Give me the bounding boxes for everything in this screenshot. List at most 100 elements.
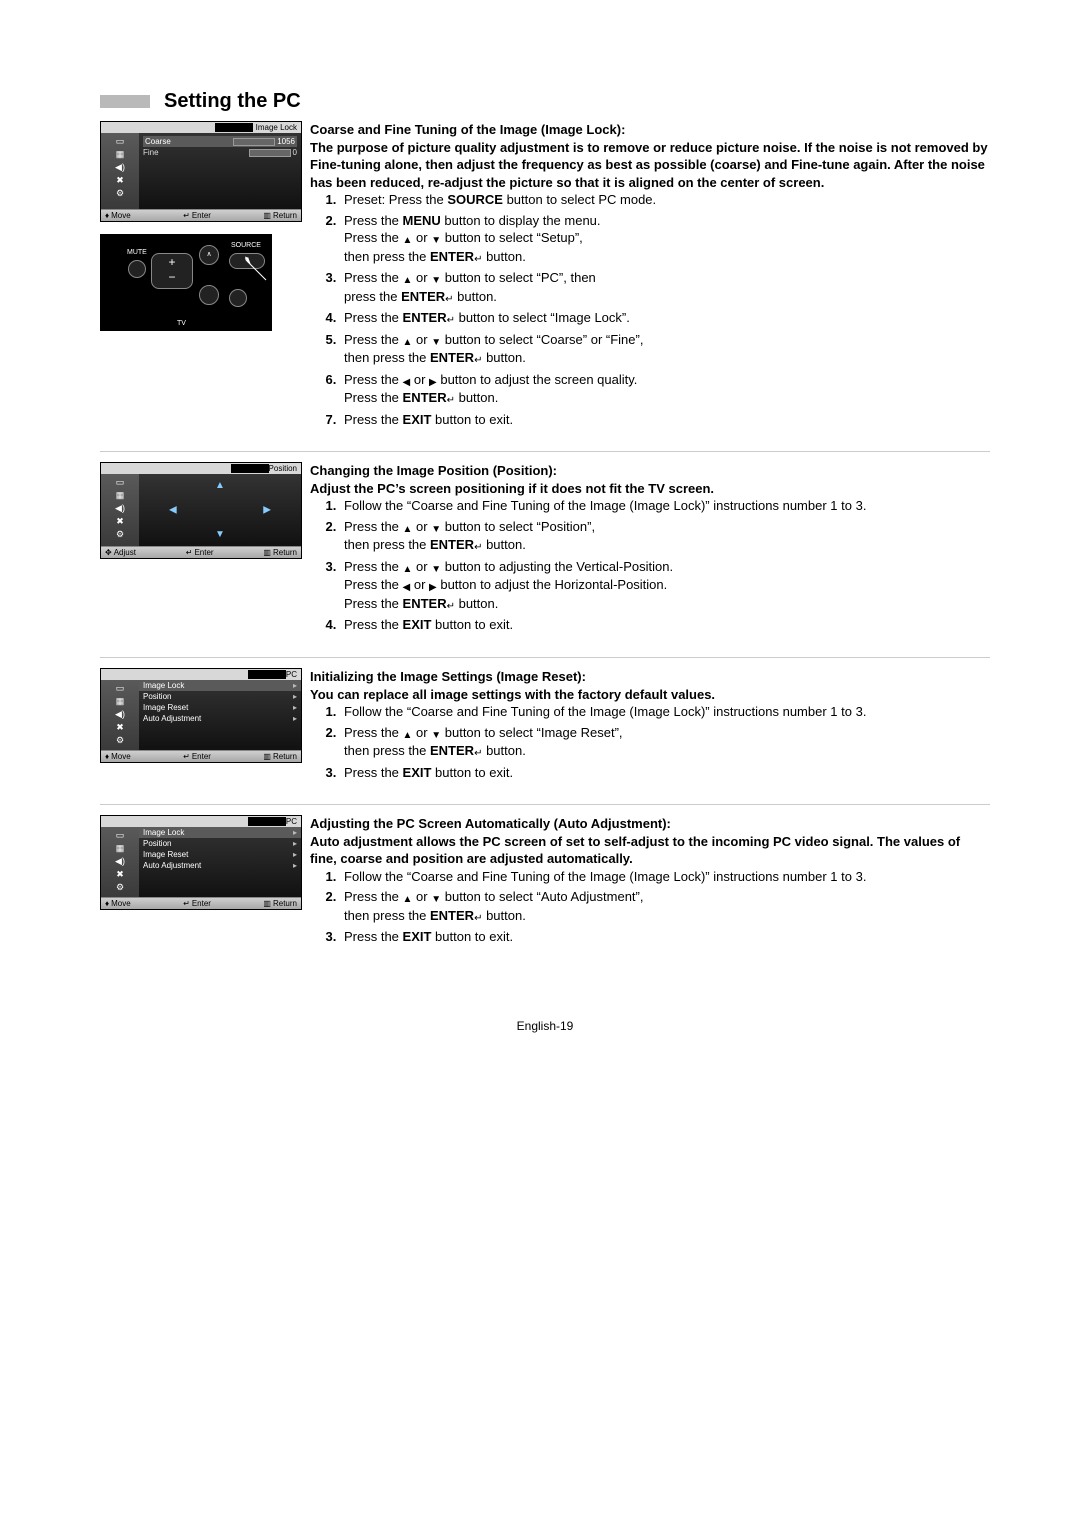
osd-row-fine[interactable]: Fine 0 bbox=[143, 147, 297, 158]
label: Coarse bbox=[145, 137, 171, 146]
value: 1056 bbox=[277, 137, 295, 146]
input-icon: ▦ bbox=[113, 149, 127, 159]
divider bbox=[100, 451, 990, 452]
osd-title-text: PC bbox=[286, 670, 297, 679]
picture-icon: ▭ bbox=[113, 830, 127, 840]
step-list: Follow the “Coarse and Fine Tuning of th… bbox=[310, 703, 990, 781]
step-1: Preset: Press the SOURCE button to selec… bbox=[340, 191, 990, 209]
tool-icon: ✖ bbox=[113, 175, 127, 185]
osd-row-coarse[interactable]: Coarse 1056 bbox=[143, 136, 297, 147]
picture-icon: ▭ bbox=[113, 477, 127, 487]
step-list: Follow the “Coarse and Fine Tuning of th… bbox=[310, 868, 990, 946]
arrow-left-icon: ◀ bbox=[169, 505, 177, 516]
step-3: Press the EXIT button to exit. bbox=[340, 764, 990, 782]
setup-icon: ⚙ bbox=[113, 882, 127, 892]
menu-item-image-reset[interactable]: Image Reset▸ bbox=[139, 702, 301, 713]
section-heading: Adjusting the PC Screen Automatically (A… bbox=[310, 815, 990, 833]
page: Setting the PC Image Lock ▭ ▦ ◀) ✖ ⚙ bbox=[0, 0, 1080, 1073]
osd-pc-menu-auto: PC ▭ ▦ ◀) ✖ ⚙ Image Lock▸ Position▸ Imag… bbox=[100, 815, 302, 910]
osd-side-icons: ▭ ▦ ◀) ✖ ⚙ bbox=[101, 133, 139, 209]
step-1: Follow the “Coarse and Fine Tuning of th… bbox=[340, 497, 990, 515]
page-footer: English-19 bbox=[100, 1019, 990, 1033]
sound-icon: ◀) bbox=[113, 503, 127, 513]
step-3: Press the ▲ or ▼ button to select “PC”, … bbox=[340, 269, 990, 306]
chevron-right-icon: ▸ bbox=[293, 828, 297, 837]
step-2: Press the MENU button to display the men… bbox=[340, 212, 990, 267]
menu-item-position[interactable]: Position▸ bbox=[139, 691, 301, 702]
chevron-right-icon: ▸ bbox=[293, 692, 297, 701]
chevron-right-icon: ▸ bbox=[293, 703, 297, 712]
chevron-right-icon: ▸ bbox=[293, 861, 297, 870]
tool-icon: ✖ bbox=[113, 869, 127, 879]
section-intro: Auto adjustment allows the PC screen of … bbox=[310, 833, 990, 868]
setup-icon: ⚙ bbox=[113, 188, 127, 198]
input-icon: ▦ bbox=[113, 696, 127, 706]
tool-icon: ✖ bbox=[113, 516, 127, 526]
remote-pointer-lines bbox=[101, 235, 271, 330]
section-image-reset: PC ▭ ▦ ◀) ✖ ⚙ Image Lock▸ Position▸ Imag… bbox=[100, 668, 990, 784]
step-3: Press the ▲ or ▼ button to adjusting the… bbox=[340, 558, 990, 614]
section-position: Position ▭ ▦ ◀) ✖ ⚙ ▲ ▼ ◀ ▶ bbox=[100, 462, 990, 637]
arrow-down-icon: ▼ bbox=[215, 529, 225, 540]
menu-item-image-lock[interactable]: Image Lock▸ bbox=[139, 827, 301, 838]
footer-return: ▥ Return bbox=[263, 211, 297, 220]
step-2: Press the ▲ or ▼ button to select “Image… bbox=[340, 724, 990, 761]
osd-title-text: Image Lock bbox=[256, 123, 297, 132]
step-5: Press the ▲ or ▼ button to select “Coars… bbox=[340, 331, 990, 368]
step-6: Press the ◀ or ▶ button to adjust the sc… bbox=[340, 371, 990, 408]
section-heading: Coarse and Fine Tuning of the Image (Ima… bbox=[310, 121, 990, 139]
left-column: Image Lock ▭ ▦ ◀) ✖ ⚙ Coarse 1056 bbox=[100, 121, 300, 431]
menu-item-position[interactable]: Position▸ bbox=[139, 838, 301, 849]
step-2: Press the ▲ or ▼ button to select “Auto … bbox=[340, 888, 990, 925]
section-intro: The purpose of picture quality adjustmen… bbox=[310, 139, 990, 192]
menu-item-auto-adjustment[interactable]: Auto Adjustment▸ bbox=[139, 713, 301, 724]
sound-icon: ◀) bbox=[113, 709, 127, 719]
osd-footer: ♦ Move ↵ Enter ▥ Return bbox=[101, 209, 301, 221]
section-auto-adjustment: PC ▭ ▦ ◀) ✖ ⚙ Image Lock▸ Position▸ Imag… bbox=[100, 815, 990, 949]
menu-item-auto-adjustment[interactable]: Auto Adjustment▸ bbox=[139, 860, 301, 871]
page-title: Setting the PC bbox=[164, 90, 301, 113]
step-list: Preset: Press the SOURCE button to selec… bbox=[310, 191, 990, 428]
osd-title-text: PC bbox=[286, 817, 297, 826]
osd-title-text: Position bbox=[269, 464, 297, 473]
sound-icon: ◀) bbox=[113, 162, 127, 172]
remote-diagram: + − ∧ MUTE ▸ SOURCE TV bbox=[100, 234, 272, 331]
menu-item-image-lock[interactable]: Image Lock▸ bbox=[139, 680, 301, 691]
input-icon: ▦ bbox=[113, 490, 127, 500]
picture-icon: ▭ bbox=[113, 683, 127, 693]
setup-icon: ⚙ bbox=[113, 735, 127, 745]
section-intro: Adjust the PC’s screen positioning if it… bbox=[310, 480, 990, 498]
step-4: Press the ENTER↵ button to select “Image… bbox=[340, 309, 990, 328]
position-arrow-pad[interactable]: ▲ ▼ ◀ ▶ bbox=[139, 474, 301, 546]
footer-move: ♦ Move bbox=[105, 211, 131, 220]
osd-position: Position ▭ ▦ ◀) ✖ ⚙ ▲ ▼ ◀ ▶ bbox=[100, 462, 302, 559]
sound-icon: ◀) bbox=[113, 856, 127, 866]
label: Fine bbox=[143, 148, 159, 157]
value: 0 bbox=[293, 148, 297, 157]
title-accent-bar bbox=[100, 95, 150, 108]
menu-item-image-reset[interactable]: Image Reset▸ bbox=[139, 849, 301, 860]
input-icon: ▦ bbox=[113, 843, 127, 853]
arrow-right-icon: ▶ bbox=[263, 505, 271, 516]
right-column: Coarse and Fine Tuning of the Image (Ima… bbox=[310, 121, 990, 431]
osd-pc-menu-reset: PC ▭ ▦ ◀) ✖ ⚙ Image Lock▸ Position▸ Imag… bbox=[100, 668, 302, 763]
section-image-lock: Image Lock ▭ ▦ ◀) ✖ ⚙ Coarse 1056 bbox=[100, 121, 990, 431]
step-4: Press the EXIT button to exit. bbox=[340, 616, 990, 634]
footer-enter: ↵ Enter bbox=[183, 211, 211, 220]
chevron-right-icon: ▸ bbox=[293, 839, 297, 848]
osd-image-lock: Image Lock ▭ ▦ ◀) ✖ ⚙ Coarse 1056 bbox=[100, 121, 302, 222]
step-3: Press the EXIT button to exit. bbox=[340, 928, 990, 946]
tool-icon: ✖ bbox=[113, 722, 127, 732]
step-7: Press the EXIT button to exit. bbox=[340, 411, 990, 429]
section-intro: You can replace all image settings with … bbox=[310, 686, 990, 704]
divider bbox=[100, 804, 990, 805]
picture-icon: ▭ bbox=[113, 136, 127, 146]
chevron-right-icon: ▸ bbox=[293, 714, 297, 723]
step-2: Press the ▲ or ▼ button to select “Posit… bbox=[340, 518, 990, 555]
setup-icon: ⚙ bbox=[113, 529, 127, 539]
step-list: Follow the “Coarse and Fine Tuning of th… bbox=[310, 497, 990, 634]
chevron-right-icon: ▸ bbox=[293, 681, 297, 690]
chevron-right-icon: ▸ bbox=[293, 850, 297, 859]
section-heading: Changing the Image Position (Position): bbox=[310, 462, 990, 480]
arrow-up-icon: ▲ bbox=[215, 480, 225, 491]
